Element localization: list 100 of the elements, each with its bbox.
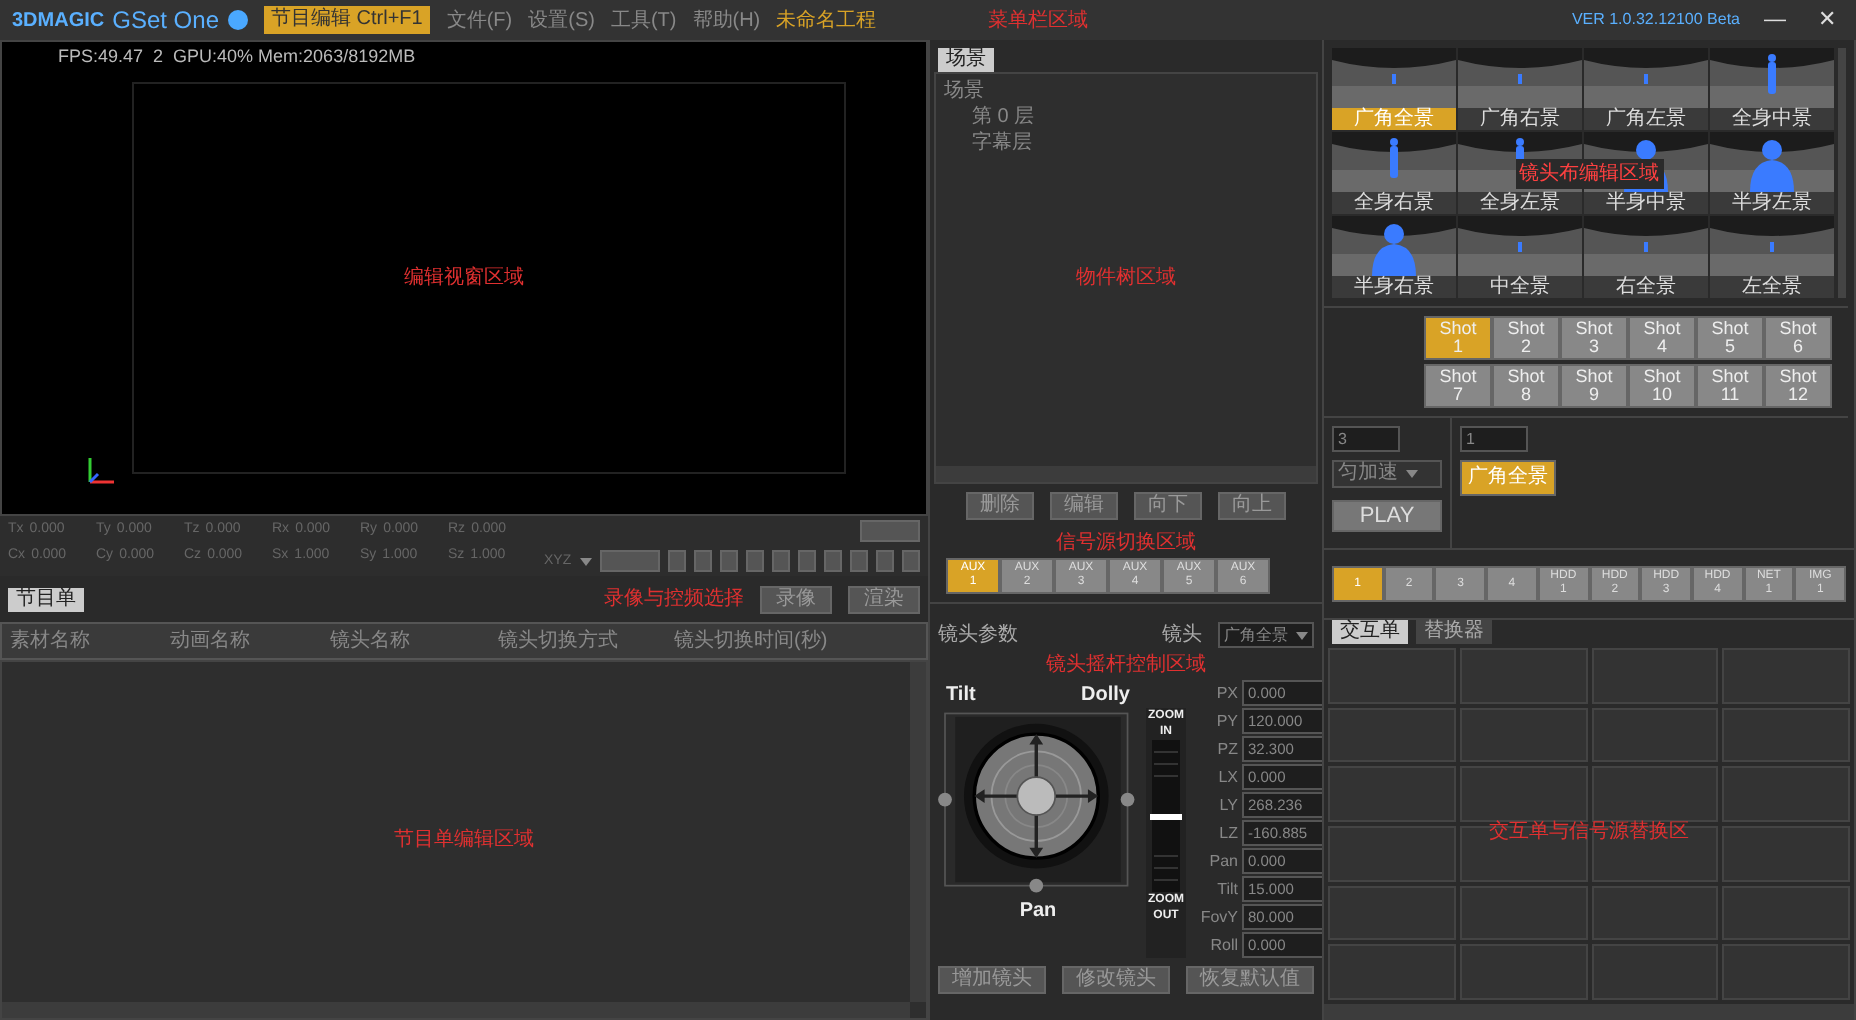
tool-button[interactable] <box>850 550 868 572</box>
field-label: PY <box>1214 709 1238 733</box>
grid-cell[interactable] <box>1459 648 1587 704</box>
toolbar-button[interactable]: 渲染 <box>848 585 920 613</box>
shot-button[interactable]: Shot 5 <box>1696 316 1764 360</box>
shot-button[interactable]: Shot 12 <box>1764 364 1832 408</box>
tab[interactable]: 节目单 <box>8 587 84 611</box>
action-button[interactable]: 向上 <box>1218 492 1286 520</box>
scrollbar[interactable] <box>1324 1004 1854 1020</box>
tool-button[interactable] <box>798 550 816 572</box>
scrollbar[interactable] <box>910 662 926 1002</box>
slider-thumb[interactable] <box>1150 814 1182 820</box>
camera-select[interactable]: 广角全景 <box>1218 622 1314 648</box>
tool-button[interactable] <box>746 550 764 572</box>
grid-cell[interactable] <box>1328 944 1456 1000</box>
scrollbar[interactable] <box>936 466 1316 482</box>
action-button[interactable]: 修改镜头 <box>1062 966 1170 994</box>
close-button[interactable]: ✕ <box>1810 3 1844 37</box>
grid-cell[interactable] <box>1328 885 1456 941</box>
column-header: 动画名称 <box>170 628 252 656</box>
grid-cell[interactable] <box>1459 885 1587 941</box>
field-label: LY <box>1217 793 1238 817</box>
shot-button[interactable]: Shot 7 <box>1424 364 1492 408</box>
annotation-label: 编辑视窗区域 <box>404 264 524 293</box>
shot-button[interactable]: Shot 3 <box>1560 316 1628 360</box>
tree-item[interactable]: 第 0 层 <box>944 104 1308 130</box>
action-button[interactable]: 向下 <box>1134 492 1202 520</box>
grid-cell[interactable] <box>1591 707 1719 763</box>
action-button[interactable]: 编辑 <box>1050 492 1118 520</box>
grid-cell[interactable] <box>1459 944 1587 1000</box>
grid-cell[interactable] <box>1328 825 1456 882</box>
grid-cell[interactable] <box>1328 648 1456 704</box>
grid-cell[interactable] <box>1591 648 1719 704</box>
reset-button[interactable]: 恢复默认值 <box>1186 966 1314 994</box>
annotation-label: 镜头布编辑区域 <box>1515 158 1663 188</box>
grid-cell[interactable] <box>1722 825 1850 882</box>
grid-cell[interactable] <box>1591 766 1719 822</box>
caret-icon <box>1296 631 1308 639</box>
tool-button[interactable] <box>876 550 894 572</box>
axis-label: Dolly <box>1081 682 1130 710</box>
grid-cell[interactable] <box>1328 707 1456 763</box>
menu-item[interactable]: 帮助(H) <box>692 5 761 35</box>
axis-label: Tilt <box>946 682 976 710</box>
menu-item[interactable]: 设置(S) <box>528 5 595 35</box>
tool-button[interactable] <box>600 550 660 572</box>
toolbar-button[interactable]: 录像 <box>760 585 832 613</box>
tool-button[interactable] <box>902 550 920 572</box>
grid-cell[interactable] <box>1459 707 1587 763</box>
viewport[interactable]: FPS:49.47 2 GPU:40% Mem:2063/8192MB 编辑视窗区域 <box>0 40 928 516</box>
field-label: Roll <box>1208 933 1238 957</box>
annotation-label: 菜单栏区域 <box>988 7 1089 35</box>
preset-label[interactable]: 广角全景 <box>1332 108 1456 130</box>
tool-button[interactable] <box>824 550 842 572</box>
menu-item[interactable]: 工具(T) <box>610 5 677 35</box>
shot-button[interactable]: Shot 4 <box>1628 316 1696 360</box>
field-label: PZ <box>1215 737 1238 761</box>
grid-cell[interactable] <box>1722 885 1850 941</box>
grid-cell[interactable] <box>1328 766 1456 822</box>
tool-button[interactable] <box>772 550 790 572</box>
shot-button[interactable]: Shot 10 <box>1628 364 1696 408</box>
mode-select[interactable]: 匀加速 <box>1332 460 1442 488</box>
duration-field[interactable]: 3 <box>1332 426 1400 452</box>
tab[interactable]: 交互单 <box>1332 620 1408 644</box>
field-label: LX <box>1216 765 1238 789</box>
panel-title: 镜头参数 <box>938 621 1018 650</box>
field-label: Pan <box>1207 849 1238 873</box>
sequence-button[interactable]: 广角全景 <box>1460 460 1556 496</box>
grid-cell[interactable] <box>1722 707 1850 763</box>
tree-item[interactable]: 场景 <box>944 78 1308 104</box>
tree-item[interactable]: 字幕层 <box>944 130 1308 156</box>
column-header: 素材名称 <box>10 627 92 656</box>
shot-button[interactable]: Shot 2 <box>1492 316 1560 360</box>
action-button[interactable]: 增加镜头 <box>938 966 1046 994</box>
grid-cell[interactable] <box>1591 944 1719 1000</box>
tool-button[interactable] <box>694 550 712 572</box>
axis-icon <box>86 454 118 486</box>
tab[interactable]: 替换器 <box>1416 620 1492 644</box>
grid-cell[interactable] <box>1591 885 1719 941</box>
grid-cell[interactable] <box>1722 766 1850 822</box>
tool-button[interactable] <box>860 520 920 542</box>
minimize-button[interactable]: — <box>1756 3 1794 37</box>
tab[interactable]: 场景 <box>938 48 994 72</box>
shot-button[interactable]: Shot 9 <box>1560 364 1628 408</box>
mode-button[interactable]: 节目编辑 Ctrl+F1 <box>263 6 431 34</box>
shot-button[interactable]: Shot 1 <box>1424 316 1492 360</box>
version-text: VER 1.0.32.12100 Beta <box>1571 8 1740 32</box>
menu-item[interactable]: 文件(F) <box>446 5 513 35</box>
grid-cell[interactable] <box>1722 648 1850 704</box>
shot-button[interactable]: Shot 8 <box>1492 364 1560 408</box>
field-label: 镜头 <box>1162 621 1202 650</box>
step-field[interactable]: 1 <box>1460 426 1528 452</box>
play-button[interactable]: PLAY <box>1332 500 1442 532</box>
grid-cell[interactable] <box>1459 766 1587 822</box>
tool-button[interactable] <box>668 550 686 572</box>
action-button[interactable]: 删除 <box>966 492 1034 520</box>
shot-button[interactable]: Shot 6 <box>1764 316 1832 360</box>
shot-button[interactable]: Shot 11 <box>1696 364 1764 408</box>
logo-text: 3DMAGIC <box>12 7 105 35</box>
tool-button[interactable] <box>720 550 738 572</box>
grid-cell[interactable] <box>1722 944 1850 1000</box>
